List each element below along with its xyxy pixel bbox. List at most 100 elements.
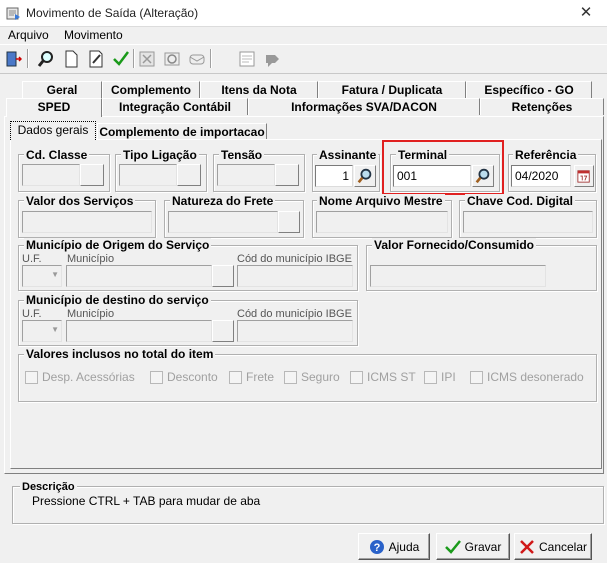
calendar-icon — [577, 170, 590, 183]
municipio-origem-field[interactable] — [66, 265, 212, 287]
app-icon — [6, 6, 21, 21]
chevron-down-icon: ▼ — [51, 270, 59, 279]
uf-label: U.F. — [22, 308, 42, 320]
assinante-search-button[interactable] — [354, 165, 376, 187]
cancelar-button[interactable]: Cancelar — [514, 533, 592, 560]
nome-arquivo-mestre-field[interactable] — [316, 211, 448, 233]
search-icon — [357, 168, 372, 184]
checkbox-seguro[interactable]: Seguro — [284, 370, 340, 384]
uf-origem-select[interactable]: ▼ — [22, 265, 62, 287]
municipio-destino-label: Município de destino do serviço — [24, 293, 211, 307]
checkbox-label: Desp. Acessórias — [42, 370, 135, 384]
confirm-check-icon[interactable] — [110, 47, 132, 70]
tipo-ligacao-field[interactable] — [119, 164, 177, 186]
tab-fatura-duplicata[interactable]: Fatura / Duplicata — [318, 81, 466, 98]
checkbox-label: Frete — [246, 370, 275, 384]
checkbox-desconto[interactable]: Desconto — [150, 370, 218, 384]
checkbox-label: Seguro — [301, 370, 340, 384]
tab-retencoes[interactable]: Retenções — [480, 98, 604, 115]
checkbox-label: ICMS desonerado — [487, 370, 584, 384]
valor-fornecido-field[interactable] — [370, 265, 546, 287]
tensao-field[interactable] — [217, 164, 275, 186]
checkbox-box — [424, 370, 437, 384]
ajuda-button[interactable]: ? Ajuda — [358, 533, 430, 560]
valor-servicos-label: Valor dos Serviços — [24, 194, 136, 208]
menu-arquivo[interactable]: Arquivo — [8, 28, 49, 42]
tab-sped[interactable]: SPED — [6, 98, 102, 117]
toolbar-separator — [210, 49, 212, 68]
checkbox-icms-st[interactable]: ICMS ST — [350, 370, 416, 384]
nome-arquivo-mestre-label: Nome Arquivo Mestre — [317, 194, 445, 208]
terminal-input[interactable]: 001 — [393, 165, 471, 187]
tax-document-icon[interactable] — [236, 47, 258, 70]
tab-especifico-go[interactable]: Específico - GO — [466, 81, 592, 98]
email-icon[interactable] — [186, 47, 208, 70]
subtab-dados-gerais[interactable]: Dados gerais — [10, 121, 96, 140]
ibge-destino-field[interactable] — [237, 320, 353, 342]
search-icon — [475, 168, 490, 184]
uf-label: U.F. — [22, 253, 42, 265]
arrow-icon[interactable] — [261, 47, 283, 70]
check-icon — [444, 539, 461, 554]
exit-door-icon[interactable] — [2, 47, 24, 70]
tab-informacoes-sva-dacon[interactable]: Informações SVA/DACON — [248, 98, 480, 115]
assinante-input[interactable]: 1 — [315, 165, 353, 187]
valores-inclusos-label: Valores inclusos no total do item — [24, 347, 216, 361]
checkbox-frete[interactable]: Frete — [229, 370, 274, 384]
tipo-ligacao-lookup-button[interactable] — [177, 164, 201, 186]
checkbox-desp-acessorias[interactable]: Desp. Acessórias — [25, 370, 135, 384]
tab-itens-da-nota[interactable]: Itens da Nota — [200, 81, 318, 98]
municipio-destino-field[interactable] — [66, 320, 212, 342]
checkbox-icms-desonerado[interactable]: ICMS desonerado — [470, 370, 584, 384]
municipio-label: Município — [67, 253, 115, 265]
close-window-button[interactable]: ✕ — [574, 3, 598, 23]
chave-cod-digital-field[interactable] — [463, 211, 593, 233]
valor-fornecido-label: Valor Fornecido/Consumido — [372, 238, 537, 252]
municipio-origem-label: Município de Origem do Serviço — [24, 238, 212, 252]
tab-geral[interactable]: Geral — [22, 81, 102, 98]
edit-document-icon[interactable] — [85, 47, 107, 70]
cancelar-label: Cancelar — [538, 539, 588, 554]
window-title: Movimento de Saída (Alteração) — [26, 6, 199, 20]
checkbox-box — [350, 370, 363, 384]
referencia-label: Referência — [513, 148, 579, 162]
municipio-origem-lookup-button[interactable] — [212, 265, 234, 287]
chevron-down-icon: ▼ — [51, 325, 59, 334]
cd-classe-label: Cd. Classe — [24, 148, 90, 162]
gravar-label: Gravar — [464, 539, 502, 554]
tensao-lookup-button[interactable] — [275, 164, 299, 186]
subtab-complemento-importacao[interactable]: Complemento de importacao — [97, 123, 267, 140]
natureza-frete-label: Natureza do Frete — [170, 194, 276, 208]
valor-servicos-field[interactable] — [22, 211, 152, 233]
uf-destino-select[interactable]: ▼ — [22, 320, 62, 342]
search-icon[interactable] — [35, 47, 57, 70]
tipo-ligacao-label: Tipo Ligação — [121, 148, 199, 162]
ajuda-label: Ajuda — [388, 539, 420, 554]
municipio-destino-lookup-button[interactable] — [212, 320, 234, 342]
svg-text:?: ? — [373, 542, 380, 554]
cd-classe-field[interactable] — [22, 164, 80, 186]
tab-complemento[interactable]: Complemento — [102, 81, 200, 98]
checkbox-box — [150, 370, 163, 384]
refresh-icon[interactable] — [161, 47, 183, 70]
delete-icon[interactable] — [136, 47, 158, 70]
ibge-origem-field[interactable] — [237, 265, 353, 287]
ibge-label: Cód do município IBGE — [237, 253, 352, 265]
checkbox-label: IPI — [441, 370, 456, 384]
terminal-search-button[interactable] — [472, 165, 494, 187]
close-icon — [520, 539, 534, 554]
referencia-input[interactable]: 04/2020 — [511, 165, 571, 187]
assinante-label: Assinante — [317, 148, 379, 162]
terminal-label: Terminal — [396, 148, 450, 162]
menu-movimento[interactable]: Movimento — [64, 28, 123, 42]
new-document-icon[interactable] — [60, 47, 82, 70]
checkbox-ipi[interactable]: IPI — [424, 370, 456, 384]
checkbox-box — [25, 370, 38, 384]
calendar-button[interactable] — [574, 165, 594, 187]
help-icon: ? — [369, 539, 384, 554]
natureza-frete-field[interactable] — [168, 211, 278, 233]
natureza-frete-lookup-button[interactable] — [278, 211, 300, 233]
gravar-button[interactable]: Gravar — [436, 533, 510, 560]
cd-classe-lookup-button[interactable] — [80, 164, 104, 186]
tab-integracao-contabil[interactable]: Integração Contábil — [102, 98, 248, 115]
